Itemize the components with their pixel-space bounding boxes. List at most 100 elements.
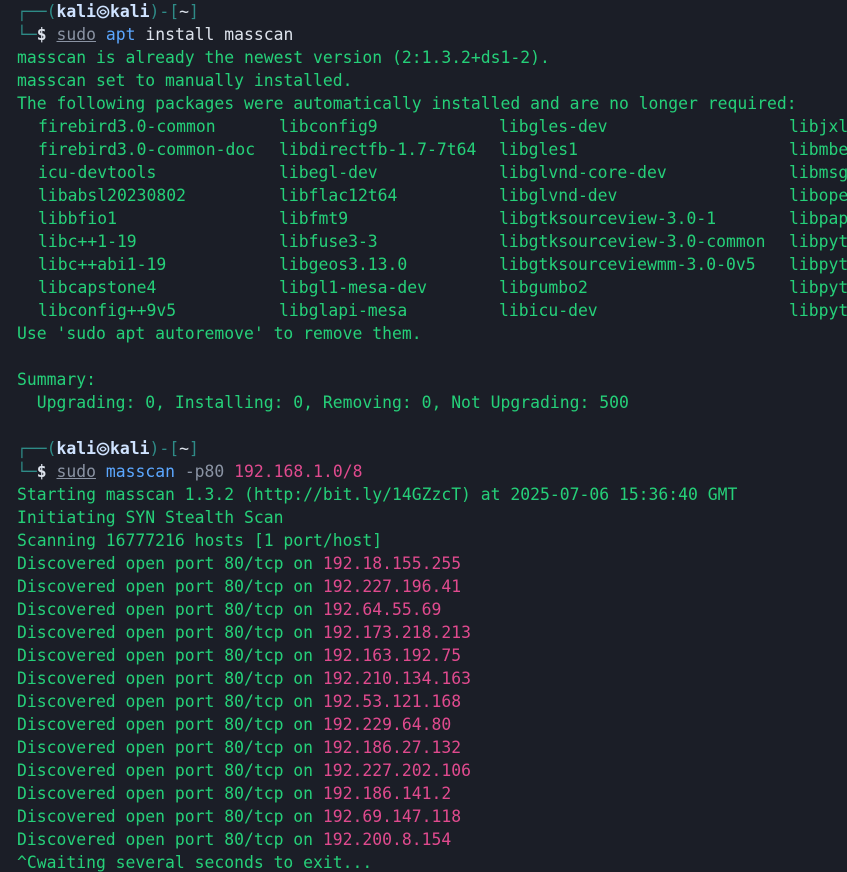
- package-item: libc++abi1-19: [38, 255, 167, 274]
- terminal-window[interactable]: ┌──(kali kali)-[~] └─$ sudo apt install m…: [0, 0, 847, 872]
- package-item: icu-devtools: [38, 163, 157, 182]
- discovered-prefix: Discovered open port 80/tcp on: [17, 646, 323, 665]
- prompt-dollar: $: [36, 25, 47, 44]
- package-item: libmbe: [789, 140, 847, 159]
- discovered-line: Discovered open port 80/tcp on 192.210.1…: [17, 667, 471, 690]
- discovered-prefix: Discovered open port 80/tcp on: [17, 623, 323, 642]
- prompt-host: kali: [109, 439, 150, 458]
- kali-dragon-icon: [96, 439, 110, 458]
- discovered-line: Discovered open port 80/tcp on 192.53.12…: [17, 690, 461, 713]
- package-item: libpyt: [789, 232, 847, 251]
- discovered-line: Discovered open port 80/tcp on 192.64.55…: [17, 598, 441, 621]
- output-line: Starting masscan 1.3.2 (http://bit.ly/14…: [17, 485, 738, 504]
- package-item: libfmt9: [279, 209, 349, 228]
- summary-line: Upgrading: 0, Installing: 0, Removing: 0…: [17, 393, 629, 412]
- command-sudo: sudo: [56, 462, 96, 481]
- discovered-line: Discovered open port 80/tcp on 192.163.1…: [17, 644, 461, 667]
- discovered-prefix: Discovered open port 80/tcp on: [17, 830, 323, 849]
- discovered-line: Discovered open port 80/tcp on 192.227.1…: [17, 575, 461, 598]
- package-item: libgtksourceview-3.0-common: [499, 232, 766, 251]
- output-line: masscan set to manually installed.: [17, 71, 353, 90]
- package-item: libope: [789, 186, 847, 205]
- discovered-ip: 192.53.121.168: [322, 692, 462, 711]
- discovered-line: Discovered open port 80/tcp on 192.200.8…: [17, 828, 451, 851]
- prompt-user: kali: [56, 439, 96, 458]
- discovered-line: Discovered open port 80/tcp on 192.69.14…: [17, 805, 461, 828]
- package-item: libpyt: [789, 278, 847, 297]
- package-item: libdirectfb-1.7-7t64: [279, 140, 477, 159]
- package-item: libpyt: [789, 301, 847, 320]
- package-item: libglvnd-core-dev: [499, 163, 667, 182]
- command-args: install masscan: [145, 25, 294, 44]
- prompt-line-command: └─$ sudo apt install masscan: [17, 25, 294, 44]
- discovered-ip: 192.186.27.132: [322, 738, 462, 757]
- command-program: masscan: [105, 462, 175, 481]
- package-item: libc++1-19: [38, 232, 137, 251]
- package-item: libpap: [789, 209, 847, 228]
- discovered-line: Discovered open port 80/tcp on 192.18.15…: [17, 552, 461, 575]
- discovered-prefix: Discovered open port 80/tcp on: [17, 577, 323, 596]
- package-item: libmsg: [789, 163, 847, 182]
- package-item: libbfio1: [38, 209, 117, 228]
- discovered-prefix: Discovered open port 80/tcp on: [17, 692, 323, 711]
- output-line: Initiating SYN Stealth Scan: [17, 508, 284, 527]
- discovered-line: Discovered open port 80/tcp on 192.227.2…: [17, 759, 471, 782]
- discovered-line: Discovered open port 80/tcp on 192.186.2…: [17, 736, 461, 759]
- output-line: The following packages were automaticall…: [17, 94, 797, 113]
- discovered-prefix: Discovered open port 80/tcp on: [17, 715, 323, 734]
- prompt-frame: ┌──(: [17, 439, 57, 458]
- discovered-line: Discovered open port 80/tcp on 192.173.2…: [17, 621, 471, 644]
- package-item: libabsl20230802: [38, 186, 187, 205]
- discovered-prefix: Discovered open port 80/tcp on: [17, 784, 323, 803]
- summary-label: Summary:: [17, 370, 96, 389]
- prompt-frame: ┌──(: [17, 2, 57, 21]
- output-line: Use 'sudo apt autoremove' to remove them…: [17, 324, 422, 343]
- discovered-ip: 192.163.192.75: [322, 646, 462, 665]
- prompt-line-top: ┌──(kali kali)-[~]: [17, 439, 199, 458]
- discovered-ip: 192.69.147.118: [322, 807, 462, 826]
- prompt-dir: ~: [179, 2, 189, 21]
- discovered-prefix: Discovered open port 80/tcp on: [17, 761, 323, 780]
- package-item: libegl-dev: [279, 163, 378, 182]
- package-item: libgtksourceviewmm-3.0-0v5: [499, 255, 756, 274]
- discovered-ip: 192.186.141.2: [322, 784, 452, 803]
- package-item: libicu-dev: [499, 301, 598, 320]
- prompt-user: kali: [56, 2, 96, 21]
- discovered-ip: 192.227.196.41: [322, 577, 462, 596]
- package-item: firebird3.0-common-doc: [38, 140, 256, 159]
- discovered-ip: 192.64.55.69: [322, 600, 442, 619]
- package-item: libfuse3-3: [279, 232, 378, 251]
- discovered-ip: 192.227.202.106: [322, 761, 471, 780]
- package-item: libgtksourceview-3.0-1: [499, 209, 717, 228]
- package-item: libgles1: [499, 140, 578, 159]
- package-item: libcapstone4: [38, 278, 157, 297]
- discovered-ip: 192.229.64.80: [322, 715, 452, 734]
- package-item: libconfig++9v5: [38, 301, 177, 320]
- command-flag: -p80: [184, 462, 225, 481]
- prompt-dir: ~: [179, 439, 189, 458]
- prompt-dollar: $: [36, 462, 47, 481]
- prompt-line-top: ┌──(kali kali)-[~]: [17, 2, 199, 21]
- output-line: Scanning 16777216 hosts [1 port/host]: [17, 531, 383, 550]
- package-item: libconfig9: [279, 117, 378, 136]
- command-target: 192.168.1.0/8: [234, 462, 363, 481]
- command-sudo: sudo: [56, 25, 96, 44]
- package-item: libglapi-mesa: [279, 301, 408, 320]
- discovered-ip: 192.173.218.213: [322, 623, 471, 642]
- package-item: libglvnd-dev: [499, 186, 618, 205]
- command-program: apt: [105, 25, 136, 44]
- package-item: libpyt: [789, 255, 847, 274]
- package-item: libflac12t64: [279, 186, 398, 205]
- prompt-host: kali: [109, 2, 150, 21]
- discovered-line: Discovered open port 80/tcp on 192.229.6…: [17, 713, 451, 736]
- output-line: ^Cwaiting several seconds to exit...: [17, 853, 373, 872]
- prompt-line-command: └─$ sudo masscan -p80 192.168.1.0/8: [17, 462, 363, 481]
- discovered-ip: 192.18.155.255: [322, 554, 462, 573]
- discovered-prefix: Discovered open port 80/tcp on: [17, 600, 323, 619]
- discovered-line: Discovered open port 80/tcp on 192.186.1…: [17, 782, 451, 805]
- package-item: libgl1-mesa-dev: [279, 278, 428, 297]
- kali-dragon-icon: [96, 2, 110, 21]
- discovered-prefix: Discovered open port 80/tcp on: [17, 669, 323, 688]
- package-item: libgeos3.13.0: [279, 255, 408, 274]
- package-item: libjxl: [789, 117, 847, 136]
